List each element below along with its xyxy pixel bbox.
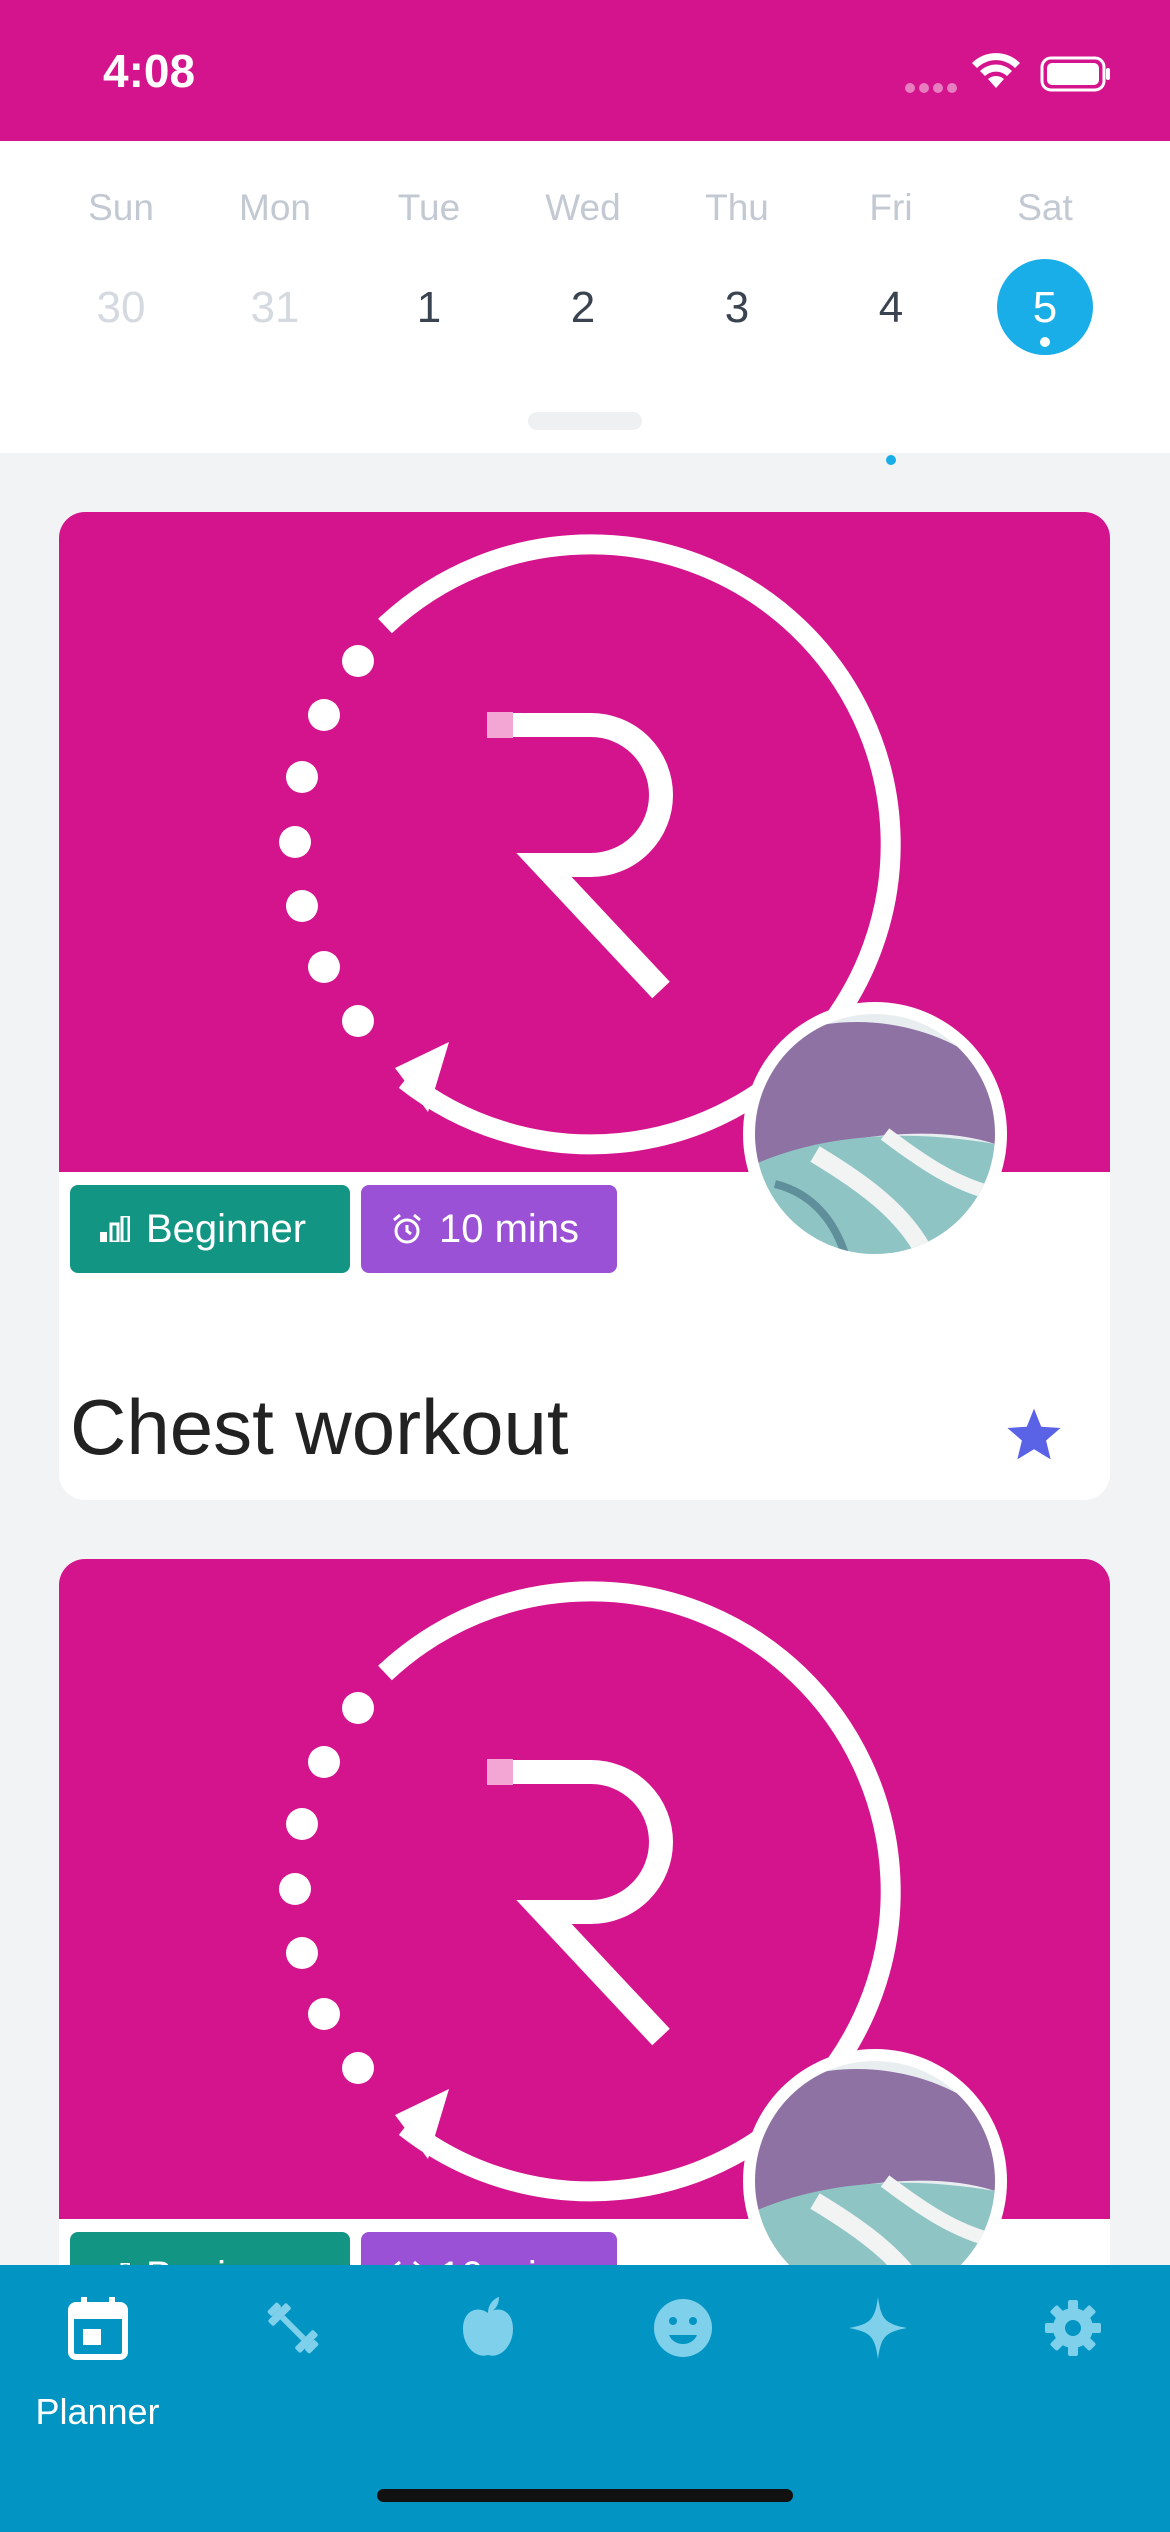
gear-icon bbox=[1045, 2300, 1101, 2356]
workout-indicator-dot bbox=[1040, 337, 1050, 347]
tab-label: Planner bbox=[35, 2391, 160, 2432]
calendar-day-thu[interactable]: Thu 3 bbox=[660, 141, 814, 371]
tab-mindfulness[interactable] bbox=[585, 2295, 780, 2435]
selected-day: 5 bbox=[997, 259, 1093, 355]
week-calendar: Sun 30 Mon 31 Tue 1 Wed 2 Thu 3 Fri 4 Sa… bbox=[0, 141, 1170, 465]
workout-card[interactable]: Beginner 10 mins Chest workout bbox=[59, 512, 1110, 1500]
tab-discover[interactable] bbox=[780, 2295, 975, 2435]
cellular-signal-icon bbox=[905, 80, 961, 98]
duration-badge: 10 mins bbox=[361, 1185, 617, 1273]
dumbbell-icon bbox=[267, 2302, 319, 2354]
workout-card[interactable]: Beginner 10 mins bbox=[59, 1559, 1110, 2359]
day-name: Fri bbox=[869, 187, 913, 228]
day-number: 4 bbox=[878, 283, 904, 332]
trainer-avatar[interactable] bbox=[743, 1002, 1007, 1266]
day-name: Tue bbox=[397, 187, 461, 228]
home-indicator bbox=[377, 2489, 793, 2502]
workout-title: Chest workout bbox=[70, 1383, 569, 1471]
trainer-avatar-image bbox=[755, 1014, 995, 1254]
day-name: Sat bbox=[1017, 187, 1073, 228]
day-number: 31 bbox=[250, 283, 300, 332]
calendar-day-tue[interactable]: Tue 1 bbox=[352, 141, 506, 371]
day-name: Wed bbox=[545, 187, 621, 228]
day-number: 1 bbox=[416, 283, 442, 332]
workout-indicator-dot bbox=[886, 455, 896, 465]
duration-label: 10 mins bbox=[439, 1206, 580, 1251]
day-number: 3 bbox=[724, 283, 750, 332]
tab-settings[interactable] bbox=[975, 2295, 1170, 2435]
tab-workouts[interactable] bbox=[195, 2295, 390, 2435]
favorite-star-icon[interactable] bbox=[1005, 1406, 1063, 1462]
calendar-day-sun[interactable]: Sun 30 bbox=[44, 141, 198, 371]
day-name: Mon bbox=[239, 187, 311, 228]
calendar-day-mon[interactable]: Mon 31 bbox=[198, 141, 352, 371]
day-name: Thu bbox=[705, 187, 769, 228]
status-time: 4:08 bbox=[103, 45, 196, 97]
tab-planner[interactable]: Planner bbox=[0, 2295, 195, 2435]
apple-icon bbox=[463, 2297, 513, 2356]
signal-bars-icon bbox=[100, 1216, 130, 1242]
sparkle-icon bbox=[849, 2297, 907, 2359]
day-name: Sun bbox=[88, 187, 154, 228]
status-bar: 4:08 bbox=[0, 0, 1170, 141]
drag-handle[interactable] bbox=[528, 412, 642, 430]
difficulty-badge: Beginner bbox=[70, 1185, 350, 1273]
calendar-day-sat[interactable]: Sat 5 bbox=[968, 141, 1122, 371]
day-number: 30 bbox=[96, 283, 146, 332]
day-number: 2 bbox=[570, 283, 596, 332]
calendar-icon bbox=[68, 2297, 128, 2360]
calendar-day-wed[interactable]: Wed 2 bbox=[506, 141, 660, 371]
wifi-icon bbox=[972, 53, 1020, 88]
smiley-icon bbox=[654, 2299, 712, 2357]
alarm-clock-icon bbox=[393, 1213, 421, 1244]
calendar-day-fri[interactable]: Fri 4 bbox=[814, 141, 968, 465]
difficulty-label: Beginner bbox=[146, 1206, 307, 1251]
day-number: 5 bbox=[1032, 283, 1058, 332]
battery-icon bbox=[1040, 56, 1110, 92]
tab-nutrition[interactable] bbox=[390, 2295, 585, 2435]
